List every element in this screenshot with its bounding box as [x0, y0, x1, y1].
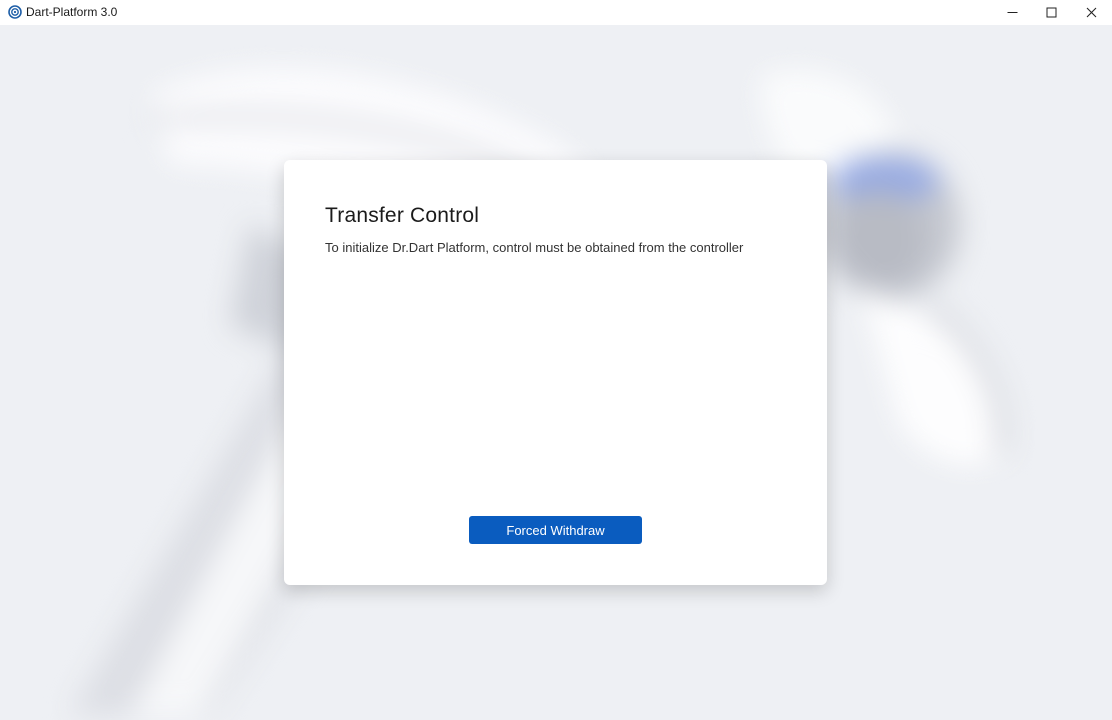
minimize-icon — [1007, 12, 1017, 13]
minimize-button[interactable] — [992, 0, 1032, 25]
maximize-icon — [1046, 7, 1056, 18]
dialog-title: Transfer Control — [325, 204, 480, 227]
maximize-button[interactable] — [1031, 0, 1071, 25]
window-titlebar[interactable]: Dart-Platform 3.0 — [0, 0, 1112, 25]
close-icon — [1086, 7, 1096, 18]
forced-withdraw-button[interactable]: Forced Withdraw — [469, 516, 642, 544]
close-button[interactable] — [1071, 0, 1111, 25]
dialog-description: To initialize Dr.Dart Platform, control … — [325, 240, 744, 255]
dart-logo-icon — [8, 5, 22, 19]
window-title: Dart-Platform 3.0 — [26, 5, 118, 19]
transfer-control-dialog: Transfer Control To initialize Dr.Dart P… — [284, 160, 827, 585]
